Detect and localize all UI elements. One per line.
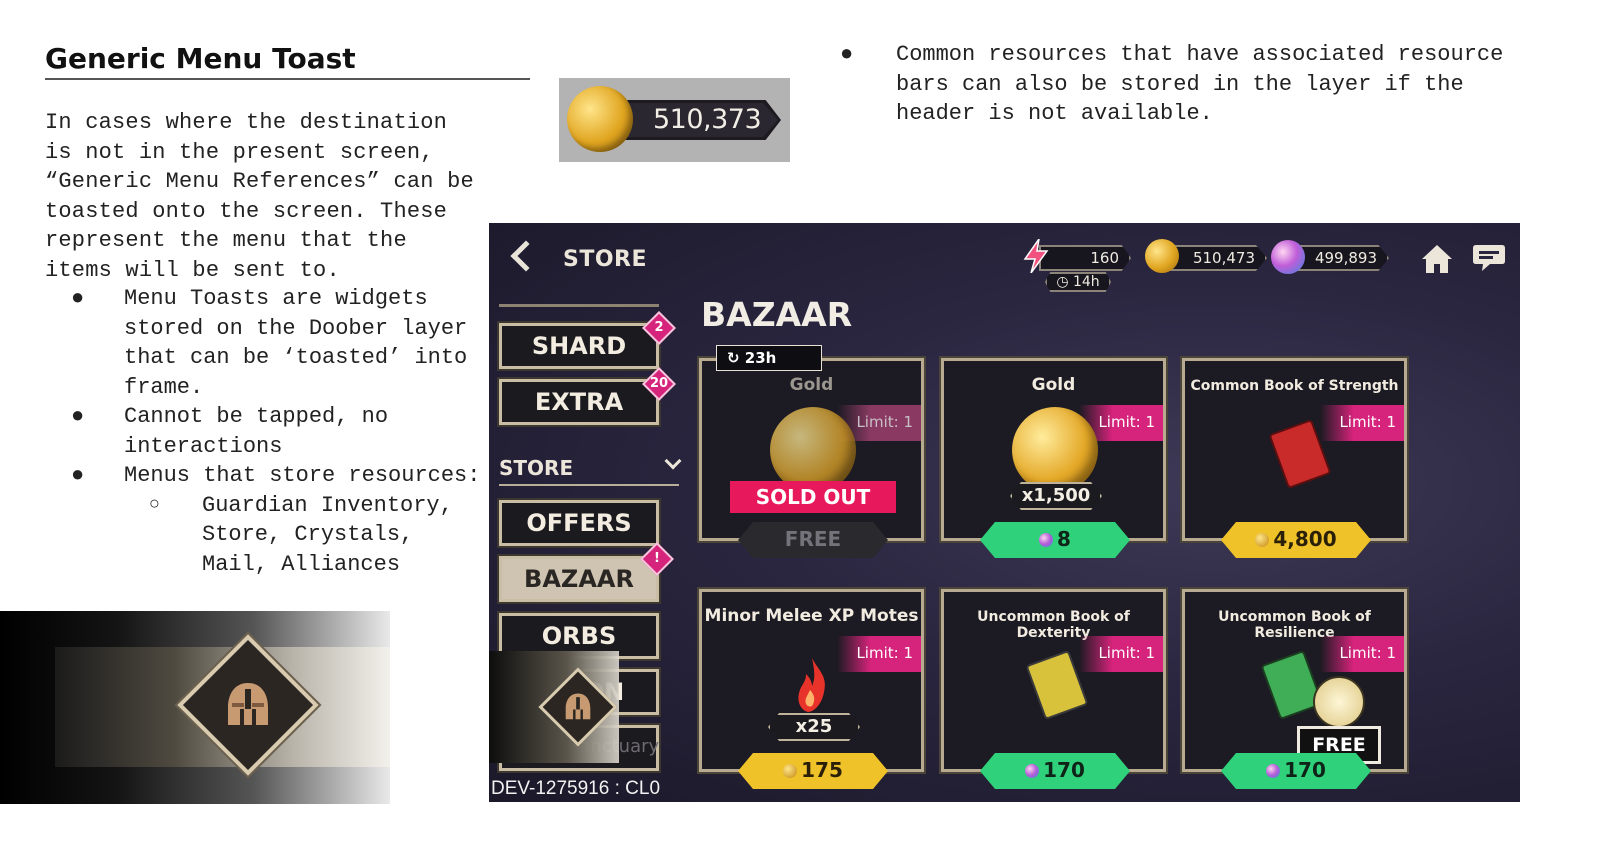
sidebar-button-extra[interactable]: EXTRA: [497, 377, 661, 427]
sidebar-top-edge: [499, 301, 659, 307]
refresh-icon: [1313, 676, 1365, 728]
price-button[interactable]: 8: [980, 522, 1130, 558]
limit-tag: Limit: 1: [1079, 636, 1163, 672]
bazaar-card[interactable]: Uncommon Book of Dexterity Limit: 1 170: [939, 587, 1168, 789]
price-button[interactable]: 170: [1221, 753, 1371, 789]
sidebar-section-label: STORE: [499, 456, 574, 480]
gold-coin-icon: [1255, 533, 1270, 547]
quantity-tag: x1,500: [1010, 482, 1102, 510]
bullet-dot: ●: [71, 286, 85, 311]
flame-mote-icon: [798, 658, 825, 712]
card-item-name: Gold: [1031, 375, 1076, 395]
sub-bullet-item: ○ Guardian Inventory, Store, Crystals, M…: [45, 491, 485, 580]
bazaar-title: BAZAAR: [701, 295, 853, 334]
clock-icon: ◷: [1056, 274, 1073, 290]
menu-toast-banner: [0, 611, 390, 804]
price-button[interactable]: 170: [980, 753, 1130, 789]
limit-tag: Limit: 1: [837, 636, 921, 672]
home-icon[interactable]: [1421, 243, 1453, 275]
limit-tag: Limit: 1: [1320, 636, 1404, 672]
title-underline: [45, 78, 530, 80]
sidebar-button-label: ORBS: [541, 622, 617, 650]
spartan-helmet-icon: [565, 693, 591, 720]
energy-resource-bar: 160: [1039, 245, 1131, 271]
sub-bullet-dot: ○: [149, 494, 160, 515]
chevron-down-icon[interactable]: [664, 452, 682, 470]
gold-value: 510,473: [1192, 249, 1255, 267]
bazaar-card[interactable]: Uncommon Book of Resilience Limit: 1 FRE…: [1180, 587, 1409, 789]
sidebar-button-label: BAZAAR: [524, 565, 634, 593]
intro-paragraph: In cases where the destination is not in…: [45, 110, 474, 283]
chat-icon[interactable]: [1472, 243, 1506, 273]
gold-coin-icon: [783, 764, 798, 778]
gold-amount: 510,373: [653, 104, 762, 135]
gold-coin-icon: [567, 86, 633, 152]
bullet-dot: ●: [71, 404, 85, 429]
bullet-list: ● Menu Toasts are widgets stored on the …: [45, 284, 485, 579]
price-button[interactable]: FREE: [738, 522, 888, 558]
gold-coin-icon: [1145, 239, 1179, 273]
bazaar-card[interactable]: ↻ 23h Gold Limit: 1 SOLD OUT FREE: [697, 345, 926, 558]
dev-build-label: DEV-1275916 : CL0: [491, 778, 661, 799]
right-bullet-item: ● Common resources that have associated …: [840, 40, 1520, 129]
gold-coin-icon: [1012, 407, 1098, 493]
sub-bullet-text: Guardian Inventory, Store, Crystals, Mai…: [202, 492, 453, 577]
sidebar-button-label: EXTRA: [534, 388, 624, 416]
doc-title: Generic Menu Toast: [45, 42, 356, 75]
gem-icon: [1266, 764, 1281, 778]
refresh-timer-tag: ↻ 23h: [716, 345, 822, 371]
back-arrow-icon[interactable]: [510, 240, 542, 272]
bullet-item: ● Menus that store resources:: [45, 461, 485, 491]
card-item-name: Minor Melee XP Motes: [704, 606, 919, 626]
card-item-name: Gold: [789, 375, 834, 395]
price-button[interactable]: 175: [738, 753, 888, 789]
bullet-text: Menu Toasts are widgets stored on the Do…: [124, 286, 468, 400]
sidebar-button-shard[interactable]: SHARD: [497, 321, 661, 371]
bullet-text: Menus that store resources:: [124, 463, 481, 488]
sidebar-button-label: OFFERS: [526, 509, 632, 537]
bazaar-card[interactable]: Gold Limit: 1 x1,500 8: [939, 356, 1168, 558]
game-store-screenshot: STORE 160 ◷ 14h 510,473 499,893 SHARD 2 …: [489, 223, 1520, 802]
sidebar-button-bazaar[interactable]: BAZAAR: [497, 554, 661, 604]
card-item-name: Common Book of Strength: [1190, 378, 1399, 394]
bazaar-card[interactable]: Minor Melee XP Motes Limit: 1 x25 175: [697, 587, 926, 789]
bullet-item: ● Menu Toasts are widgets stored on the …: [45, 284, 485, 402]
sold-out-banner: SOLD OUT: [730, 481, 896, 513]
quantity-tag: x25: [768, 713, 860, 741]
energy-timer-value: 14h: [1072, 274, 1100, 290]
bullet-dot: ●: [71, 463, 85, 488]
section-divider: [499, 484, 679, 486]
bullet-text: Cannot be tapped, no interactions: [124, 404, 389, 459]
gold-resource-chip: 510,373: [559, 78, 790, 162]
energy-timer: ◷ 14h: [1045, 272, 1111, 292]
limit-tag: Limit: 1: [1320, 405, 1404, 441]
bullet-item: ● Cannot be tapped, no interactions: [45, 402, 485, 461]
bullet-dot: ●: [840, 42, 854, 67]
sidebar-button-label: SHARD: [531, 332, 627, 360]
gem-orb-icon: [1271, 240, 1305, 274]
bazaar-card[interactable]: Common Book of Strength Limit: 1 4,800: [1180, 356, 1409, 558]
gem-icon: [1025, 764, 1040, 778]
gem-icon: [1039, 533, 1054, 547]
price-button[interactable]: 4,800: [1221, 522, 1371, 558]
header-title: STORE: [563, 247, 648, 272]
sidebar-button-offers[interactable]: OFFERS: [497, 498, 661, 548]
bullet-text: Common resources that have associated re…: [896, 42, 1504, 126]
energy-value: 160: [1090, 249, 1119, 267]
gem-value: 499,893: [1314, 249, 1377, 267]
spartan-helmet-icon: [228, 683, 268, 725]
lightning-icon: [1023, 239, 1049, 273]
